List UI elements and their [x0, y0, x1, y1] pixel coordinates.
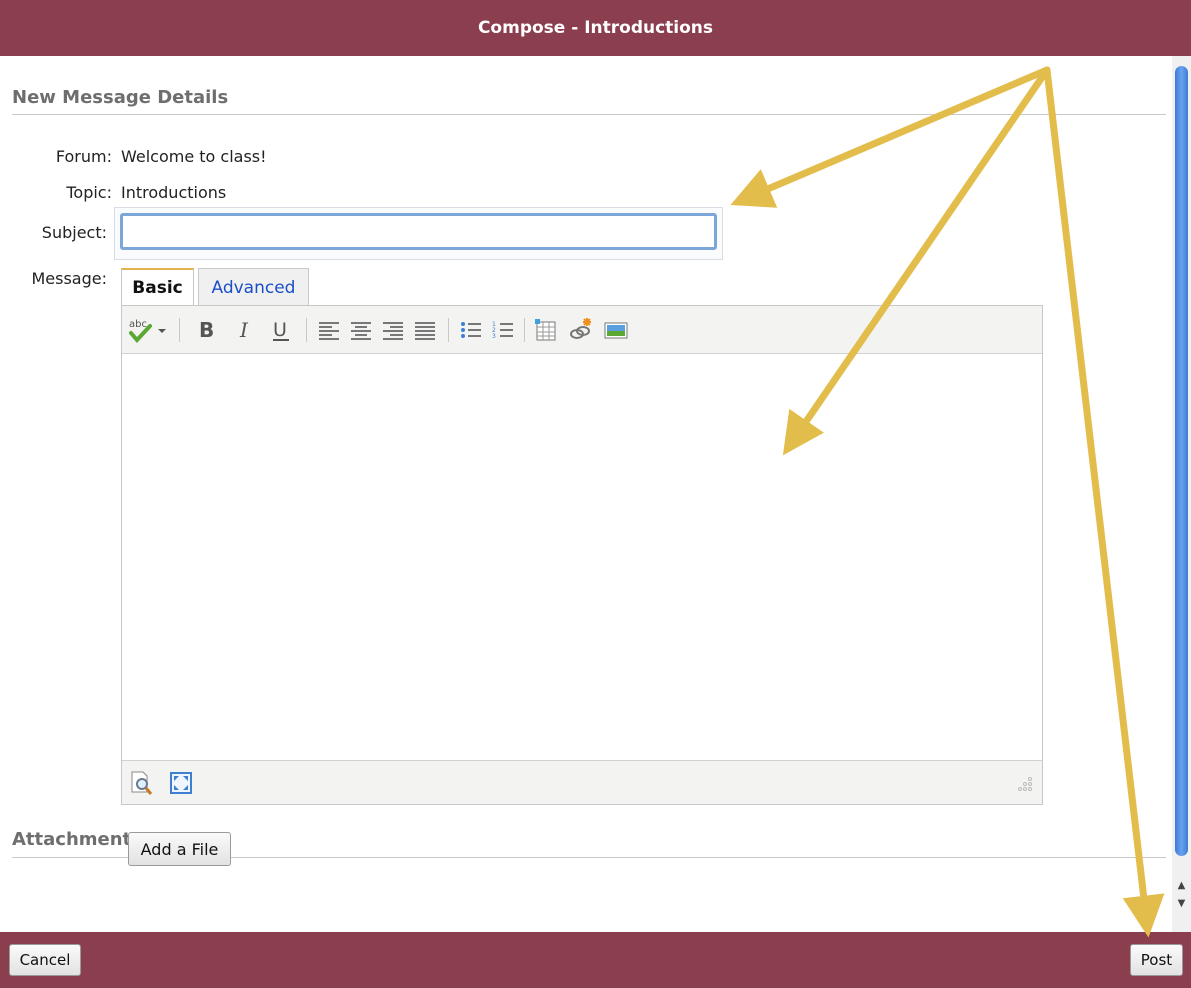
editor-toolbar: abc B I U 1 2 3: [122, 306, 1042, 354]
tab-basic[interactable]: Basic: [121, 268, 194, 306]
link-icon[interactable]: [566, 316, 596, 344]
underline-icon[interactable]: U: [268, 316, 294, 344]
align-justify-icon[interactable]: [412, 316, 438, 344]
align-center-icon[interactable]: [348, 316, 374, 344]
dialog-footer: Cancel Post: [0, 932, 1191, 988]
align-right-icon[interactable]: [380, 316, 406, 344]
svg-text:I: I: [239, 318, 249, 342]
numbered-list-icon[interactable]: 123: [490, 316, 516, 344]
compose-form: New Message Details Forum: Welcome to cl…: [0, 56, 1172, 932]
subject-label: Subject:: [41, 223, 107, 242]
topic-value: Introductions: [121, 183, 227, 202]
dialog-titlebar: Compose - Introductions: [0, 0, 1191, 56]
details-heading: New Message Details: [12, 87, 229, 108]
subject-input[interactable]: [120, 213, 717, 250]
details-divider: [12, 114, 1166, 115]
attachments-heading: Attachments: [12, 829, 142, 850]
topic-label: Topic:: [66, 183, 112, 202]
italic-icon[interactable]: I: [232, 316, 258, 344]
toolbar-separator: [524, 318, 525, 342]
vertical-scrollbar[interactable]: ▲ ▼: [1172, 56, 1191, 932]
forum-value: Welcome to class!: [121, 147, 267, 166]
scroll-down-arrow-icon[interactable]: ▼: [1174, 894, 1189, 912]
editor-statusbar: [122, 760, 1042, 804]
add-file-button[interactable]: Add a File: [128, 832, 231, 866]
toolbar-separator: [179, 318, 180, 342]
spellcheck-icon[interactable]: abc: [126, 316, 170, 344]
message-label: Message:: [31, 269, 107, 288]
image-icon[interactable]: [602, 316, 630, 344]
align-left-icon[interactable]: [316, 316, 342, 344]
fullscreen-icon[interactable]: [168, 769, 194, 797]
toolbar-separator: [448, 318, 449, 342]
tab-advanced[interactable]: Advanced: [198, 268, 309, 306]
scrollbar-thumb[interactable]: [1175, 66, 1188, 856]
scroll-up-arrow-icon[interactable]: ▲: [1174, 876, 1189, 894]
preview-icon[interactable]: [128, 769, 154, 797]
post-button[interactable]: Post: [1130, 944, 1183, 976]
message-editor: abc B I U 1 2 3: [121, 305, 1043, 805]
forum-label: Forum:: [55, 147, 112, 166]
cancel-button[interactable]: Cancel: [9, 944, 81, 976]
svg-text:U: U: [273, 319, 287, 341]
editor-content-area[interactable]: [122, 354, 1042, 760]
svg-text:abc: abc: [129, 319, 147, 330]
bullet-list-icon[interactable]: [458, 316, 484, 344]
toolbar-separator: [306, 318, 307, 342]
svg-text:3: 3: [492, 333, 496, 340]
bold-icon[interactable]: B: [194, 316, 220, 344]
resize-handle-icon[interactable]: [1014, 775, 1034, 795]
subject-field-wrapper: [114, 207, 723, 260]
dialog-title: Compose - Introductions: [477, 18, 714, 38]
svg-text:B: B: [199, 318, 214, 342]
table-icon[interactable]: [532, 316, 560, 344]
